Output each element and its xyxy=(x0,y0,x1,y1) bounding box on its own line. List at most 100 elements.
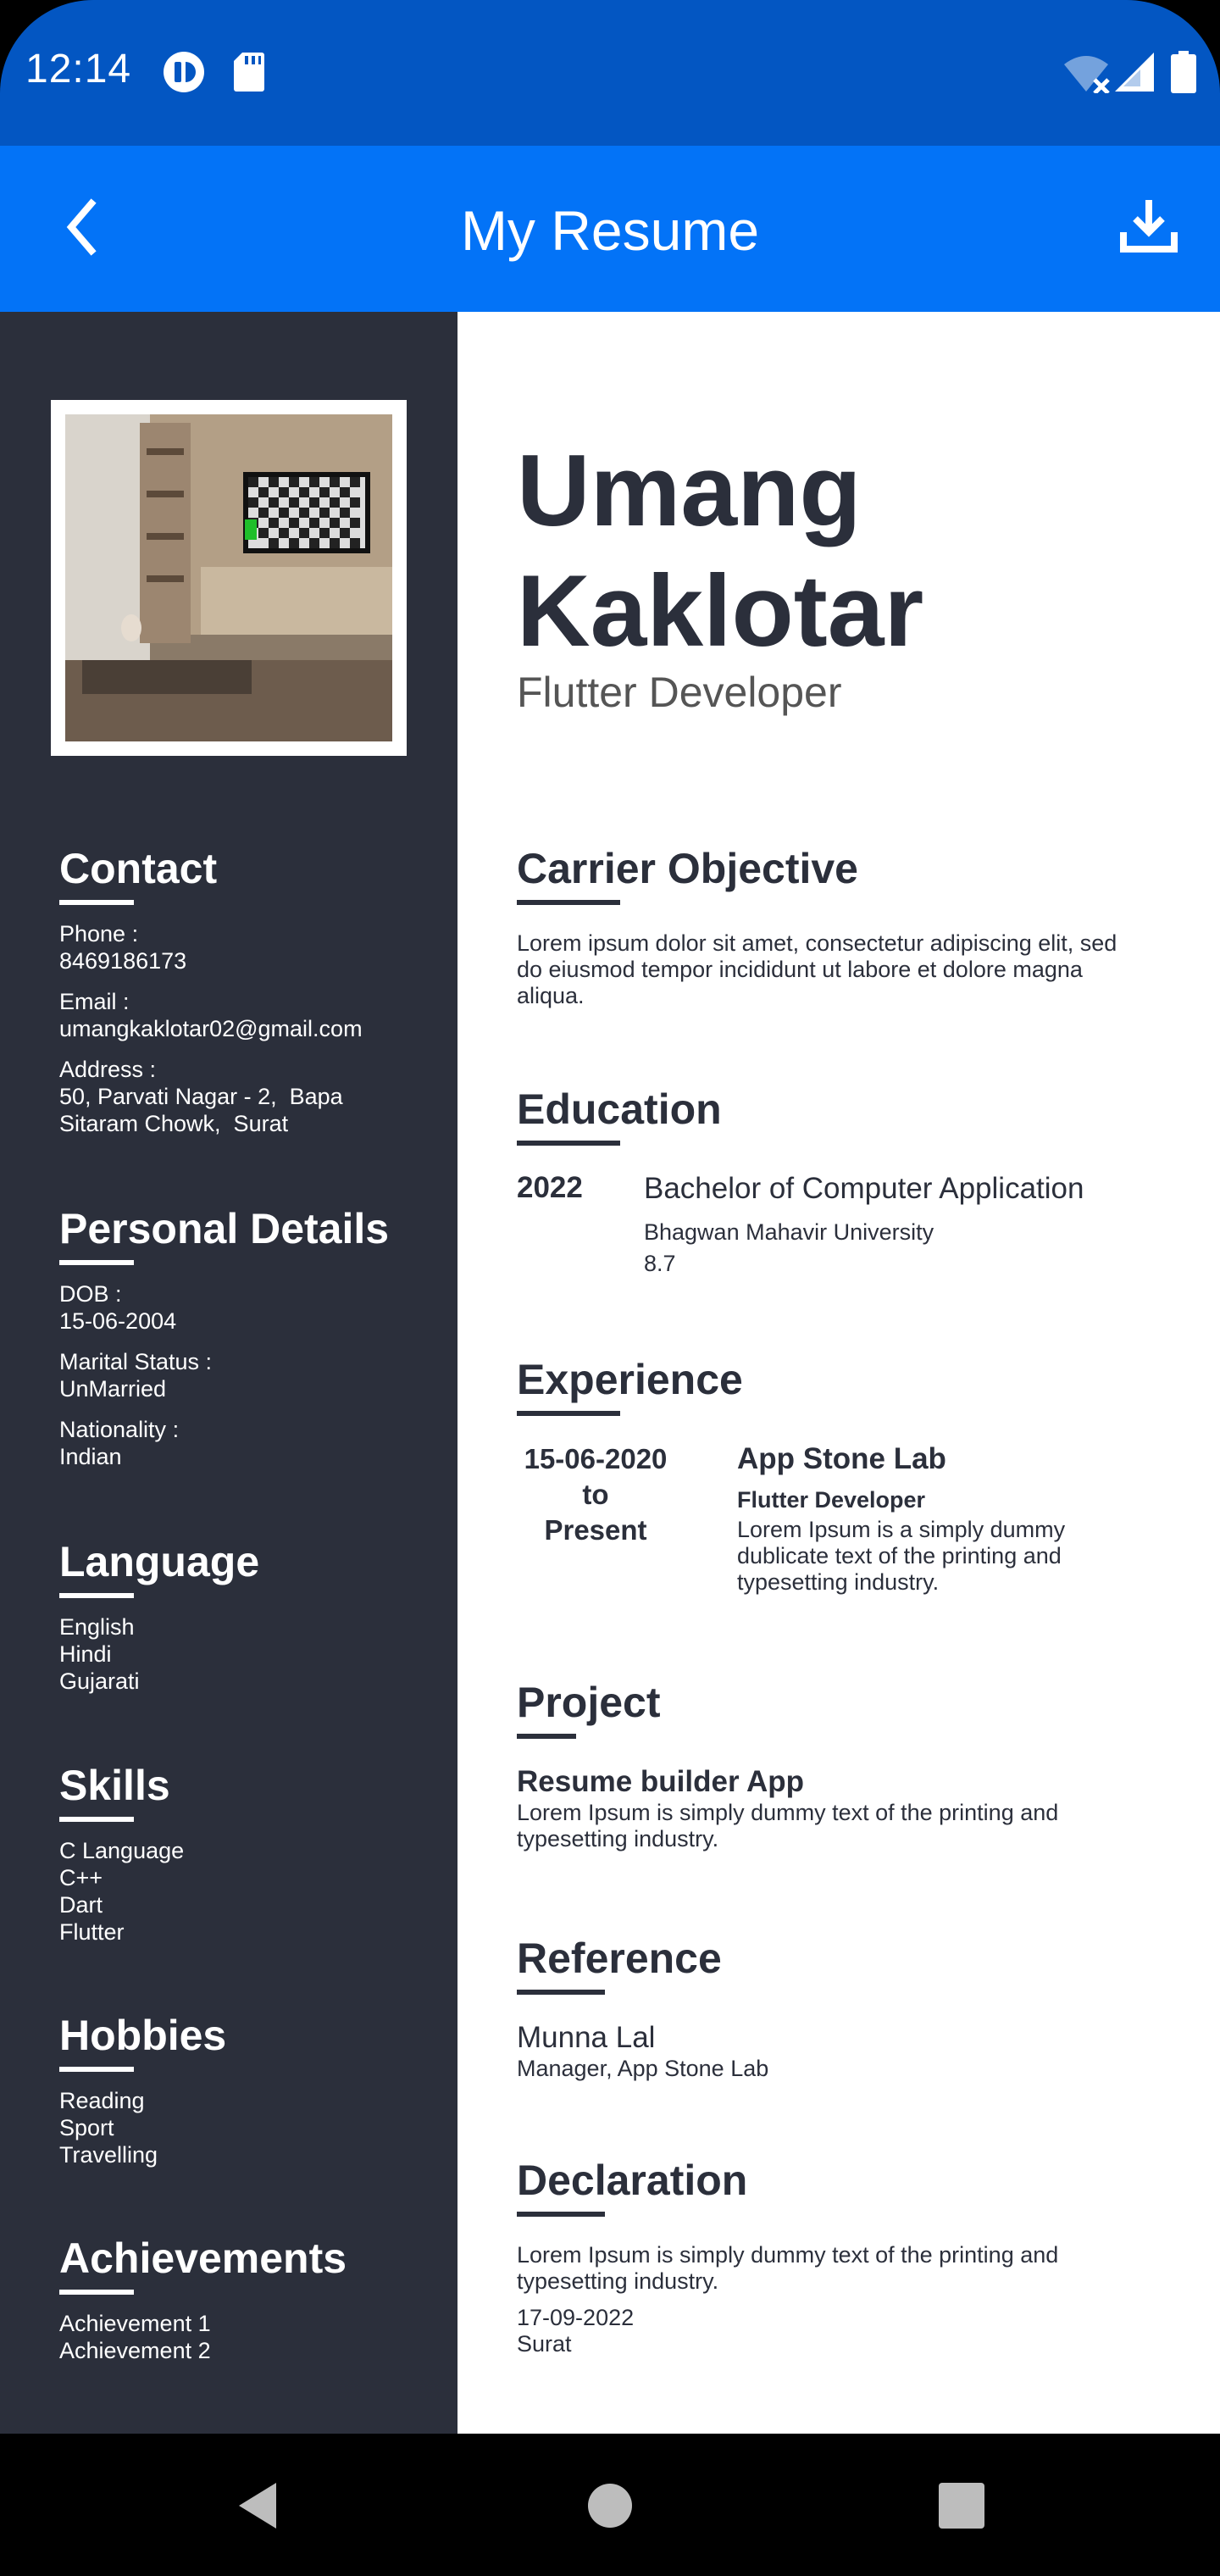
email-value: umangkaklotar02@gmail.com xyxy=(59,1016,363,1041)
list-item: Gujarati xyxy=(59,1668,140,1694)
objective-section: Carrier Objective Lorem ipsum dolor sit … xyxy=(517,844,1186,1009)
profile-photo xyxy=(65,414,392,741)
experience-company: App Stone Lab xyxy=(737,1442,946,1475)
education-entry: 2022 Bachelor of Computer Application Bh… xyxy=(517,1171,1186,1290)
profile-role: Flutter Developer xyxy=(517,669,842,716)
experience-description-line: typesetting industry. xyxy=(737,1569,940,1595)
declaration-date: 17-09-2022 xyxy=(517,2305,635,2330)
phone-screen: 12:14 My Resume Contact Phone: 84691861… xyxy=(0,0,1220,2576)
list-item: Sport xyxy=(59,2115,114,2140)
status-bar: 12:14 xyxy=(0,0,1220,146)
education-university: Bhagwan Mahavir University xyxy=(644,1219,934,1245)
experience-heading: Experience xyxy=(517,1356,743,1403)
marital-status-label: Marital Status : xyxy=(59,1349,213,1374)
name-line-2: Kaklotar xyxy=(517,554,924,668)
status-time: 12:14 xyxy=(25,47,132,92)
section-underline xyxy=(517,2212,605,2217)
download-icon[interactable] xyxy=(1115,193,1183,261)
sd-card-icon xyxy=(234,53,264,92)
education-score: 8.7 xyxy=(644,1251,676,1276)
experience-date-from: 15-06-2020 xyxy=(524,1443,668,1474)
resume-sidebar: Contact Phone : 8469186173 Email : umang… xyxy=(0,312,458,2434)
declaration-section: Declaration Lorem Ipsum is simply dummy … xyxy=(517,2156,1186,2357)
section-underline xyxy=(59,1817,134,1822)
project-heading: Project xyxy=(517,1679,661,1726)
list-item: C++ xyxy=(59,1865,103,1890)
reference-name: Munna Lal xyxy=(517,2021,656,2054)
education-heading: Education xyxy=(517,1085,722,1133)
project-description-line: typesetting industry. xyxy=(517,1826,719,1852)
phone-value: 8469186173 xyxy=(59,948,187,974)
education-section: Education 2022 Bachelor of Computer Appl… xyxy=(517,1085,1186,1290)
notification-app-icon xyxy=(164,52,204,92)
achievements-heading: Achievements xyxy=(59,2235,347,2282)
resume-content: Contact Phone : 8469186173 Email : umang… xyxy=(0,312,1220,2434)
address-line-2: Sitaram Chowk, Surat xyxy=(59,1111,289,1136)
declaration-place: Surat xyxy=(517,2331,572,2357)
nationality-label: Nationality : xyxy=(59,1417,180,1442)
list-item: Reading xyxy=(59,2088,145,2113)
experience-date-to: Present xyxy=(544,1514,647,1546)
experience-position: Flutter Developer xyxy=(737,1487,926,1513)
experience-dates: 15-06-2020 to Present xyxy=(517,1441,674,1548)
reference-heading: Reference xyxy=(517,1935,722,1982)
phone-label: Phone : xyxy=(59,921,139,947)
dob-value: 15-06-2004 xyxy=(59,1308,177,1334)
battery-icon xyxy=(1171,51,1196,93)
project-section: Project Resume builder App Lorem Ipsum i… xyxy=(517,1678,1186,1852)
language-heading: Language xyxy=(59,1538,260,1585)
declaration-line: typesetting industry. xyxy=(517,2268,719,2294)
education-degree: Bachelor of Computer Application xyxy=(644,1172,1084,1205)
skills-section: Skills C Language C++ Dart Flutter xyxy=(59,1761,441,1946)
hobbies-heading: Hobbies xyxy=(59,2012,227,2059)
name-line-1: Umang xyxy=(517,434,862,547)
section-underline xyxy=(59,2067,134,2072)
project-title: Resume builder App xyxy=(517,1765,805,1798)
language-section: Language English Hindi Gujarati xyxy=(59,1537,441,1695)
address-line-1: 50, Parvati Nagar - 2, Bapa xyxy=(59,1084,343,1109)
nav-recents-icon[interactable] xyxy=(932,2476,991,2535)
reference-section: Reference Munna Lal Manager, App Stone L… xyxy=(517,1934,1186,2082)
section-underline xyxy=(59,2290,134,2295)
list-item: Flutter xyxy=(59,1919,125,1945)
skills-heading: Skills xyxy=(59,1762,170,1809)
section-underline xyxy=(59,900,134,905)
section-underline xyxy=(517,900,620,905)
list-item: Travelling xyxy=(59,2142,158,2168)
profile-photo-frame xyxy=(51,400,407,756)
experience-description-line: Lorem Ipsum is a simply dummy xyxy=(737,1517,1066,1542)
list-item: Hindi xyxy=(59,1641,112,1667)
section-underline xyxy=(517,1141,620,1146)
list-item: Achievement 2 xyxy=(59,2338,211,2363)
experience-section: Experience 15-06-2020 to Present App Sto… xyxy=(517,1355,1186,1611)
contact-section: Contact Phone : 8469186173 Email : umang… xyxy=(59,844,441,1151)
section-underline xyxy=(517,1411,620,1416)
objective-line: aliqua. xyxy=(517,983,585,1008)
experience-date-to-word: to xyxy=(582,1479,609,1510)
address-label: Address : xyxy=(59,1057,157,1082)
objective-heading: Carrier Objective xyxy=(517,845,858,892)
list-item: C Language xyxy=(59,1838,185,1863)
nav-back-icon[interactable] xyxy=(230,2476,290,2535)
declaration-line: Lorem Ipsum is simply dummy text of the … xyxy=(517,2242,1059,2268)
experience-entry: 15-06-2020 to Present App Stone Lab Flut… xyxy=(517,1441,1186,1611)
section-underline xyxy=(517,1734,576,1739)
list-item: English xyxy=(59,1614,135,1640)
section-underline xyxy=(59,1260,134,1265)
marital-status-value: UnMarried xyxy=(59,1376,167,1402)
app-bar: My Resume xyxy=(0,146,1220,312)
personal-details-heading: Personal Details xyxy=(59,1205,390,1252)
dob-label: DOB : xyxy=(59,1281,122,1307)
nav-home-icon[interactable] xyxy=(580,2476,640,2535)
declaration-heading: Declaration xyxy=(517,2157,748,2204)
nationality-value: Indian xyxy=(59,1444,122,1469)
hobbies-section: Hobbies Reading Sport Travelling xyxy=(59,2011,441,2168)
profile-name: Umang Kaklotar xyxy=(517,430,923,671)
objective-line: Lorem ipsum dolor sit amet, consectetur … xyxy=(517,930,1117,956)
page-title: My Resume xyxy=(460,199,760,262)
achievements-section: Achievements Achievement 1 Achievement 2 xyxy=(59,2234,441,2364)
experience-description-line: dublicate text of the printing and xyxy=(737,1543,1062,1568)
section-underline xyxy=(517,1990,605,1995)
email-label: Email : xyxy=(59,989,130,1014)
objective-line: do eiusmod tempor incididunt ut labore e… xyxy=(517,957,1083,982)
